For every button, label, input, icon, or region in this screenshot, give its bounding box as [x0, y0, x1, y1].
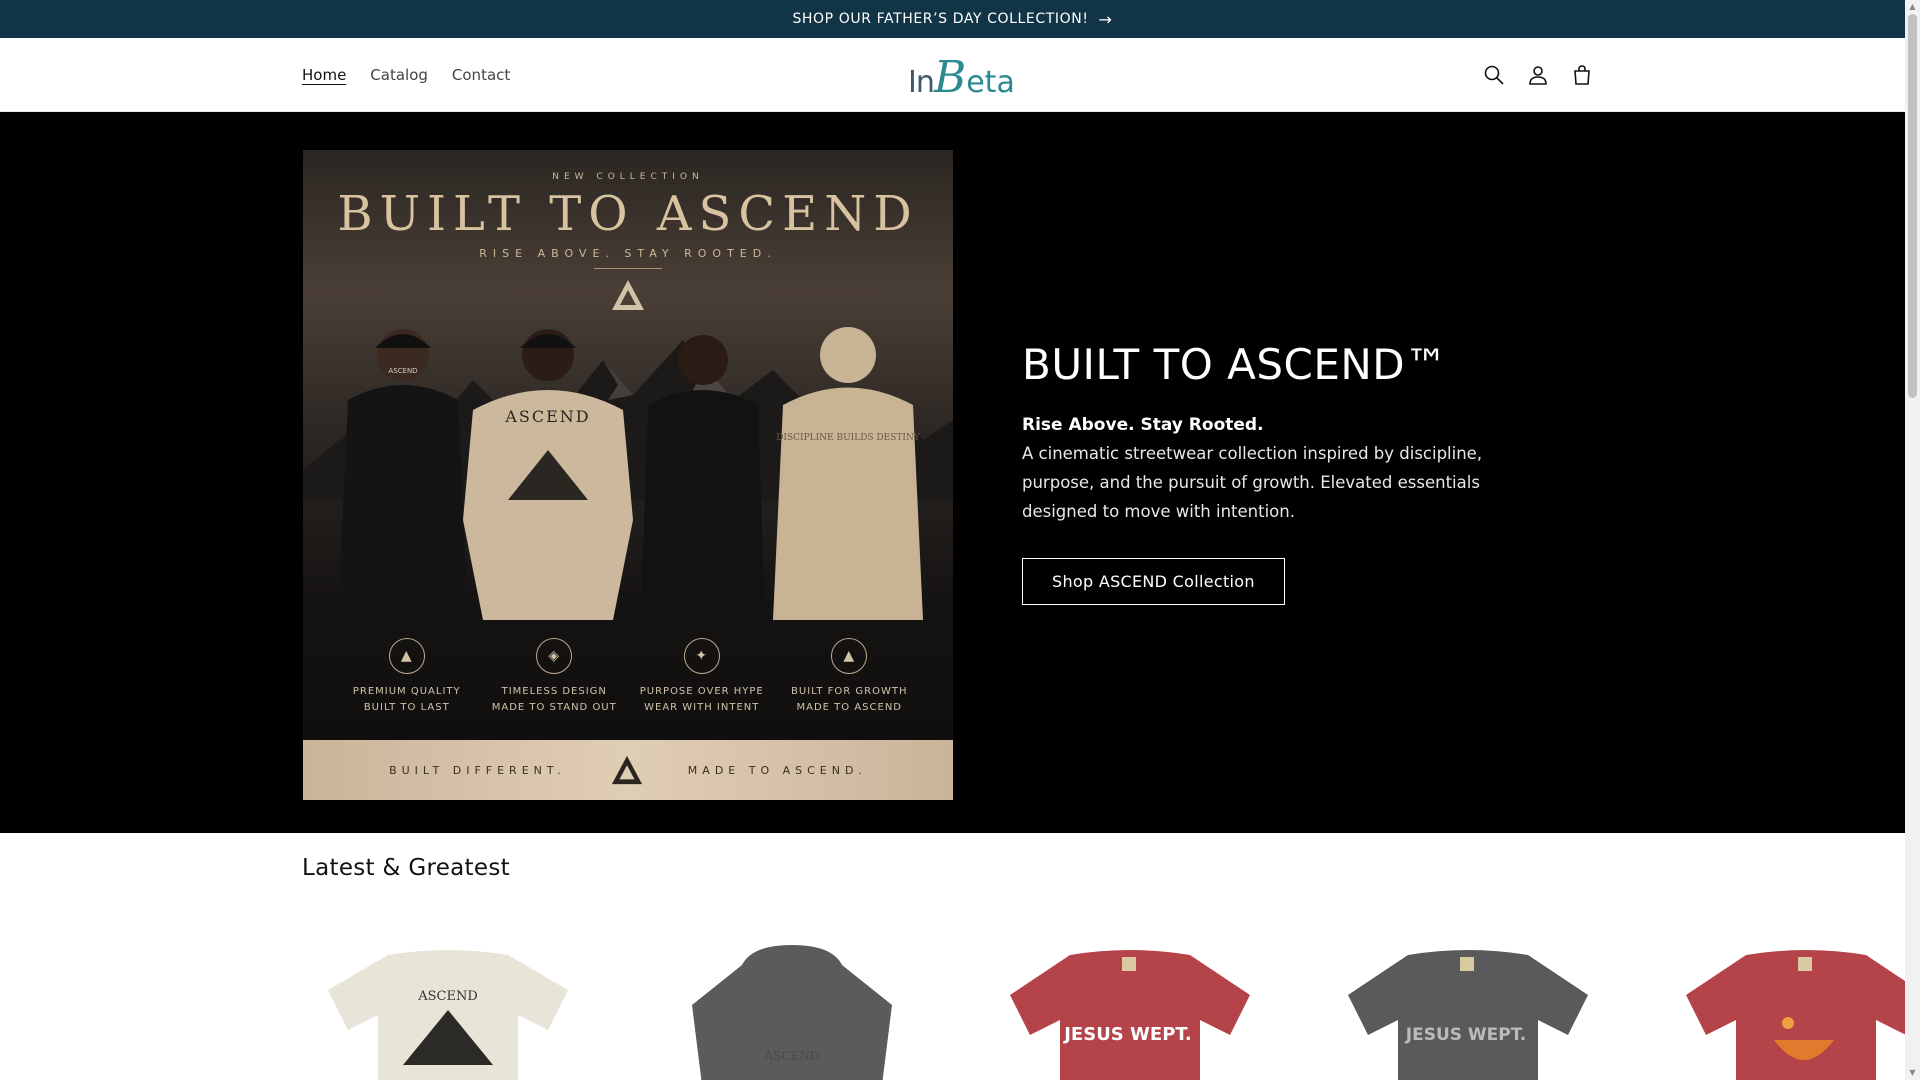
product-print: ASCEND [417, 989, 478, 1004]
poster-subtitle: RISE ABOVE. STAY ROOTED. [479, 247, 777, 260]
badge-line: BUILT FOR GROWTH [791, 686, 908, 697]
badge-line: BUILT TO LAST [363, 702, 450, 713]
strip-right-text: MADE TO ASCEND. [687, 763, 867, 777]
logo-text-b: B [933, 52, 967, 103]
nav-home[interactable]: Home [302, 66, 346, 84]
hero-banner: NEW COLLECTION BUILT TO ASCEND RISE ABOV… [0, 112, 1905, 833]
shirt-text-ascend: ASCEND [504, 407, 590, 426]
announcement-text[interactable]: SHOP OUR FATHER’S DAY COLLECTION! [792, 11, 1088, 27]
account-icon[interactable] [1526, 63, 1550, 87]
badge-growth: ▲ BUILT FOR GROWTH MADE TO ASCEND [779, 638, 919, 716]
hero-title: BUILT TO ASCEND™ [1022, 340, 1448, 389]
hoodie-text: DISCIPLINE BUILDS DESTINY [776, 433, 921, 443]
scroll-up-icon[interactable]: ▲ [1905, 0, 1920, 14]
logo-text-in: In [908, 65, 935, 100]
logo-text-eta: eta [966, 65, 1015, 100]
badge-line: WEAR WITH INTENT [644, 702, 760, 713]
product-carousel: ASCEND ASCEND JESUS WEPT. JESUS WEPT. [0, 920, 1905, 1080]
product-image[interactable]: JESUS WEPT. [1000, 945, 1260, 1080]
cart-icon[interactable] [1570, 63, 1594, 87]
ascend-mark-icon: ▲ [831, 638, 868, 674]
poster-rule [594, 268, 662, 269]
product-card[interactable]: ASCEND [318, 945, 618, 1080]
hero-copy: BUILT TO ASCEND™ Rise Above. Stay Rooted… [1022, 340, 1542, 605]
arrow-right-icon: → [1098, 9, 1113, 29]
badge-quality: ▲ PREMIUM QUALITY BUILT TO LAST [337, 638, 477, 716]
badge-line: TIMELESS DESIGN [501, 686, 607, 697]
badge-line: PREMIUM QUALITY [352, 686, 461, 697]
strip-left-text: BUILT DIFFERENT. [389, 763, 566, 777]
scrollbar-thumb[interactable] [1908, 14, 1917, 398]
poster-title: BUILT TO ASCEND [337, 186, 919, 242]
product-print: JESUS WEPT. [1062, 1024, 1192, 1045]
header-icons [1482, 38, 1594, 112]
cap-text: ASCEND [388, 367, 417, 375]
hero-poster-image: NEW COLLECTION BUILT TO ASCEND RISE ABOV… [303, 150, 953, 800]
site-logo[interactable]: In Beta [908, 50, 1015, 103]
poster-kicker: NEW COLLECTION [552, 172, 704, 182]
main-nav: Home Catalog Contact [302, 38, 510, 112]
section-title: Latest & Greatest [302, 855, 510, 881]
product-image[interactable]: JESUS WEPT. [1338, 945, 1598, 1080]
product-card[interactable]: ASCEND [662, 945, 962, 1080]
announcement-bar[interactable]: SHOP OUR FATHER’S DAY COLLECTION! → [0, 0, 1905, 38]
page-scrollbar[interactable]: ▲ ▼ [1905, 0, 1920, 1080]
scroll-down-icon[interactable]: ▼ [1905, 1066, 1920, 1080]
badge-line: PURPOSE OVER HYPE [639, 686, 764, 697]
site-header: Home Catalog Contact In Beta [0, 38, 1905, 112]
ascend-logo-icon [611, 755, 642, 785]
product-image[interactable] [1676, 945, 1905, 1080]
badge-purpose: ✦ PURPOSE OVER HYPE WEAR WITH INTENT [632, 638, 772, 716]
poster-footer-strip: BUILT DIFFERENT. MADE TO ASCEND. [303, 740, 953, 800]
search-icon[interactable] [1482, 63, 1506, 87]
nav-contact[interactable]: Contact [452, 66, 510, 84]
badge-line: MADE TO STAND OUT [491, 702, 617, 713]
models-illustration: ASCEND ASCEND DISCIPLINE BUILDS DESTINY [338, 327, 923, 620]
shop-ascend-button[interactable]: Shop ASCEND Collection [1022, 558, 1285, 605]
product-print: ASCEND [764, 1049, 820, 1063]
mountain-icon: ▲ [388, 638, 425, 674]
product-print: JESUS WEPT. [1405, 1025, 1526, 1045]
product-card[interactable] [1676, 945, 1905, 1080]
badge-design: ◈ TIMELESS DESIGN MADE TO STAND OUT [484, 638, 624, 716]
badge-line: MADE TO ASCEND [796, 702, 902, 713]
product-image[interactable]: ASCEND [662, 945, 922, 1080]
layers-icon: ◈ [536, 638, 573, 674]
hero-description: A cinematic streetwear collection inspir… [1022, 444, 1483, 521]
poster-badges: ▲ PREMIUM QUALITY BUILT TO LAST ◈ TIMELESS … [303, 638, 953, 716]
nav-catalog[interactable]: Catalog [370, 66, 428, 84]
compass-icon: ✦ [683, 638, 720, 674]
product-card[interactable]: JESUS WEPT. [1000, 945, 1300, 1080]
product-image[interactable]: ASCEND [318, 945, 578, 1080]
product-card[interactable]: JESUS WEPT. [1338, 945, 1638, 1080]
hero-lead: Rise Above. Stay Rooted. [1022, 415, 1264, 435]
